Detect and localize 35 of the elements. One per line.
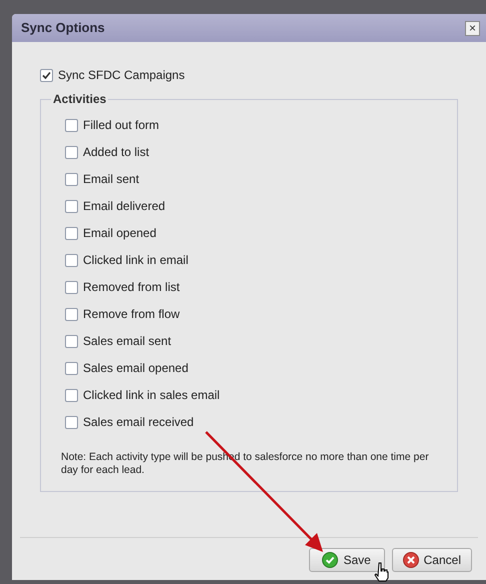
checkbox[interactable]: [65, 334, 78, 348]
hand-cursor-icon: [374, 562, 390, 582]
checkbox[interactable]: [65, 254, 78, 266]
checkbox-label: Sales email received: [83, 414, 194, 431]
check-circle-icon: [322, 552, 338, 568]
checkbox[interactable]: [65, 280, 78, 294]
checkbox[interactable]: [40, 68, 53, 82]
checkbox-label: Filled out form: [83, 117, 160, 134]
checkbox[interactable]: [65, 146, 78, 158]
checkbox[interactable]: [65, 200, 78, 212]
checkbox-label: Email sent: [83, 171, 140, 188]
close-button[interactable]: ×: [465, 20, 480, 36]
checkbox-label: Clicked link in email: [83, 252, 188, 269]
checkbox[interactable]: [65, 118, 78, 132]
checkmark-icon: [42, 70, 51, 80]
checkbox-label: Clicked link in sales email: [83, 387, 220, 404]
checkbox-label: Removed from list: [83, 279, 180, 296]
save-button[interactable]: Save: [308, 548, 385, 572]
checkbox-label: Added to list: [83, 144, 150, 161]
checkbox-label: Sales email opened: [83, 360, 188, 377]
checkbox[interactable]: [65, 362, 78, 374]
checkbox-label: Sales email sent: [83, 333, 172, 350]
checkbox-label: Remove from flow: [83, 306, 180, 323]
cancel-button[interactable]: Cancel: [392, 548, 472, 572]
checkbox[interactable]: [65, 172, 78, 186]
checkbox[interactable]: [65, 388, 78, 402]
checkbox-label: Sync SFDC Campaigns: [58, 67, 185, 84]
window-title: Sync Options: [21, 19, 105, 38]
group-legend: Activities: [51, 90, 108, 108]
x-circle-icon: [402, 552, 419, 568]
checkbox[interactable]: [65, 308, 78, 320]
checkbox[interactable]: [65, 416, 78, 428]
checkbox[interactable]: [65, 226, 78, 240]
checkbox-label: Email opened: [83, 225, 156, 242]
checkbox-label: Email delivered: [83, 198, 166, 215]
